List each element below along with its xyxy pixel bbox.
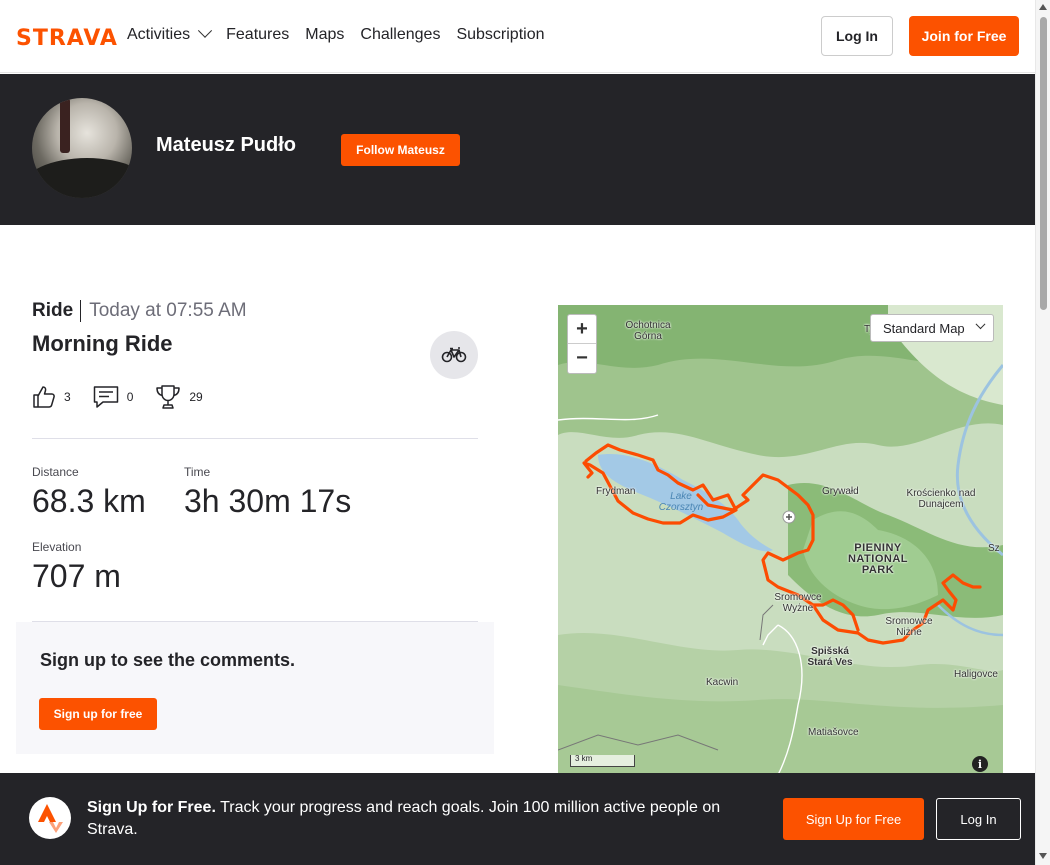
map-label-grywald: Grywałd xyxy=(822,486,859,497)
follow-button[interactable]: Follow Mateusz xyxy=(341,134,460,166)
social-stats: 3 0 29 xyxy=(32,384,203,410)
nav-item-challenges[interactable]: Challenges xyxy=(360,26,440,44)
activity-title: Morning Ride xyxy=(32,331,173,356)
signup-button[interactable]: Sign up for free xyxy=(39,698,157,730)
comment-icon xyxy=(93,386,118,408)
page-scrollbar[interactable] xyxy=(1035,0,1050,865)
kudos[interactable]: 3 xyxy=(32,385,71,409)
thumbs-up-icon xyxy=(33,386,55,408)
nav-item-activities[interactable]: Activities xyxy=(127,23,213,44)
map-label-ochotnica: Ochotnica Górna xyxy=(625,320,671,342)
stat-distance: Distance 68.3 km xyxy=(32,465,146,519)
banner-signup-button[interactable]: Sign Up for Free xyxy=(783,798,924,840)
map-label-kroscienko: Krościenko nad Dunajcem xyxy=(906,488,976,510)
login-button[interactable]: Log In xyxy=(821,16,893,56)
scroll-down-icon[interactable] xyxy=(1039,853,1047,859)
avatar[interactable] xyxy=(32,98,132,198)
zoom-control: + − xyxy=(567,314,597,374)
banner-login-button[interactable]: Log In xyxy=(936,798,1021,840)
comments-section: Sign up to see the comments. Sign up for… xyxy=(16,622,494,754)
info-icon[interactable]: i xyxy=(972,756,988,772)
chevron-down-icon xyxy=(975,318,986,329)
map-type-select[interactable]: Standard Map xyxy=(870,314,994,342)
map-label-lake: Lake Czorsztyn xyxy=(658,491,704,513)
map-label-spisska: Spišská Stará Ves xyxy=(807,646,853,668)
nav-item-maps[interactable]: Maps xyxy=(305,26,344,44)
map-scale: 3 km xyxy=(570,755,635,767)
activity-type: Ride xyxy=(32,300,82,322)
chevron-down-icon xyxy=(198,23,213,38)
map-label-sromowce-wyzne: Sromowce Wyżne xyxy=(774,592,822,614)
zoom-in-button[interactable]: + xyxy=(568,315,596,344)
map-label-sromowce-nizne: Sromowce Niżne xyxy=(885,616,933,638)
nav-item-subscription[interactable]: Subscription xyxy=(456,26,544,44)
scrollbar-thumb[interactable] xyxy=(1040,17,1047,310)
stat-time: Time 3h 30m 17s xyxy=(184,465,352,519)
top-nav: STRAVA Activities Features Maps Challeng… xyxy=(0,0,1035,73)
map-canvas xyxy=(558,305,1003,775)
strava-logo[interactable]: STRAVA xyxy=(16,26,118,51)
map-label-pieniny: PIENINY NATIONAL PARK xyxy=(847,542,908,576)
comments-prompt: Sign up to see the comments. xyxy=(40,650,296,670)
trophy-icon xyxy=(156,385,181,409)
strava-logo-icon xyxy=(29,797,71,839)
nav-links: Activities Features Maps Challenges Subs… xyxy=(127,23,545,44)
achievements[interactable]: 29 xyxy=(155,384,203,410)
route-map[interactable]: Ochotnica Górna Ty Frydman Lake Czorszty… xyxy=(558,305,1003,775)
scroll-up-icon[interactable] xyxy=(1039,4,1047,10)
map-label-haligovce: Haligovce xyxy=(954,669,998,680)
bike-icon xyxy=(430,331,478,379)
map-label-sz: Sz xyxy=(988,543,1000,554)
activity-meta: Ride Today at 07:55 AM xyxy=(32,300,247,322)
athlete-header: Mateusz Pudło Follow Mateusz xyxy=(0,74,1035,225)
banner-text: Sign Up for Free. Track your progress an… xyxy=(87,799,721,838)
activity-date: Today at 07:55 AM xyxy=(89,300,247,321)
nav-item-features[interactable]: Features xyxy=(226,26,289,44)
map-label-frydman: Frydman xyxy=(596,486,636,497)
join-button[interactable]: Join for Free xyxy=(909,16,1019,56)
comments-count[interactable]: 0 xyxy=(93,385,133,409)
signup-banner: Sign Up for Free. Track your progress an… xyxy=(0,773,1035,865)
athlete-name[interactable]: Mateusz Pudło xyxy=(156,134,296,157)
map-label-matiasovce: Matiašovce xyxy=(808,727,859,738)
map-label-kacwin: Kacwin xyxy=(706,677,739,688)
divider xyxy=(32,438,478,439)
page: STRAVA Activities Features Maps Challeng… xyxy=(0,0,1035,865)
zoom-out-button[interactable]: − xyxy=(568,344,596,373)
stat-elevation: Elevation 707 m xyxy=(32,540,121,594)
